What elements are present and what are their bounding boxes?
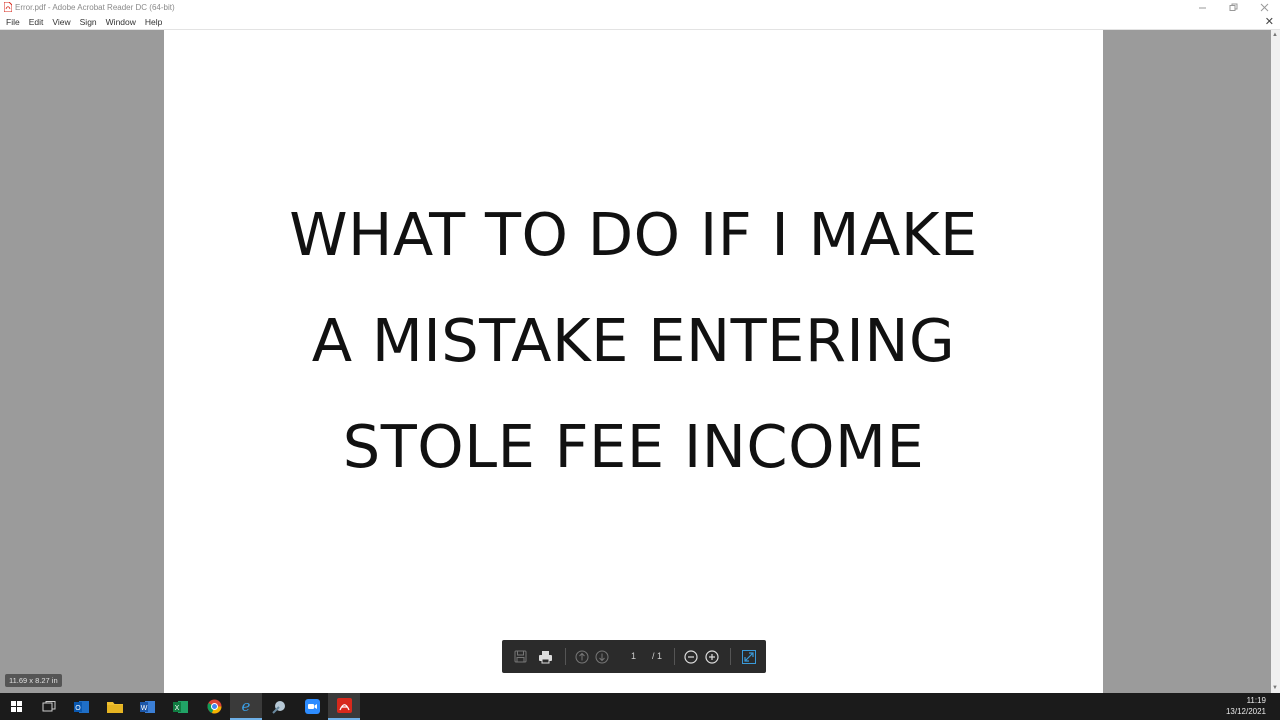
floating-page-toolbar: 1 / 1 bbox=[502, 640, 766, 673]
current-page-input[interactable]: 1 bbox=[631, 651, 636, 661]
zoom-app-icon[interactable] bbox=[296, 693, 328, 720]
total-pages-label: / 1 bbox=[652, 651, 663, 661]
previous-page-icon[interactable] bbox=[574, 648, 590, 665]
svg-text:O: O bbox=[75, 705, 81, 712]
close-document-icon[interactable]: ✕ bbox=[1265, 14, 1274, 29]
page-size-indicator: 11.69 x 8.27 in bbox=[5, 674, 62, 687]
svg-text:W: W bbox=[141, 705, 148, 712]
acrobat-reader-icon[interactable] bbox=[328, 693, 360, 720]
menu-sign[interactable]: Sign bbox=[76, 17, 101, 27]
pdf-page: WHAT TO DO IF I MAKE A MISTAKE ENTERING … bbox=[164, 30, 1103, 693]
heading-line-2: A MISTAKE ENTERING bbox=[311, 306, 956, 375]
word-icon[interactable]: W bbox=[132, 693, 164, 720]
close-window-button[interactable] bbox=[1249, 0, 1280, 14]
fit-to-window-icon[interactable] bbox=[740, 648, 757, 665]
next-page-icon[interactable] bbox=[594, 648, 610, 665]
chrome-icon[interactable] bbox=[198, 693, 230, 720]
clock-date: 13/12/2021 bbox=[1225, 707, 1266, 716]
page-heading: WHAT TO DO IF I MAKE A MISTAKE ENTERING … bbox=[164, 182, 1103, 500]
title-bar: Error.pdf - Adobe Acrobat Reader DC (64-… bbox=[0, 0, 1280, 14]
save-icon[interactable] bbox=[512, 648, 528, 665]
restore-button[interactable] bbox=[1218, 0, 1249, 14]
scroll-down-icon[interactable]: ▼ bbox=[1272, 685, 1278, 691]
windows-start-icon[interactable] bbox=[0, 693, 32, 720]
citrix-receiver-icon[interactable] bbox=[263, 693, 295, 720]
print-icon[interactable] bbox=[537, 648, 553, 665]
heading-line-3: STOLE FEE INCOME bbox=[342, 412, 925, 481]
acrobat-file-icon bbox=[3, 2, 12, 12]
menu-file[interactable]: File bbox=[2, 17, 24, 27]
clock-time: 11:19 bbox=[1246, 696, 1266, 705]
excel-icon[interactable]: X bbox=[165, 693, 197, 720]
menu-bar: File Edit View Sign Window Help ✕ bbox=[0, 14, 1280, 30]
window-title: Error.pdf - Adobe Acrobat Reader DC (64-… bbox=[15, 2, 175, 12]
internet-explorer-icon[interactable]: e bbox=[230, 693, 262, 720]
system-clock[interactable]: 11:19 13/12/2021 bbox=[1226, 695, 1266, 717]
menu-edit[interactable]: Edit bbox=[25, 17, 48, 27]
svg-text:X: X bbox=[175, 705, 180, 712]
zoom-in-icon[interactable] bbox=[704, 648, 720, 665]
scroll-up-icon[interactable]: ▲ bbox=[1272, 32, 1278, 38]
outlook-icon[interactable]: O bbox=[66, 693, 98, 720]
vertical-scrollbar[interactable]: ▲ ▼ bbox=[1271, 30, 1280, 693]
menu-view[interactable]: View bbox=[48, 17, 74, 27]
minimize-button[interactable] bbox=[1187, 0, 1218, 14]
windows-taskbar: O W X e 11:19 13/12/2021 bbox=[0, 693, 1280, 720]
heading-line-1: WHAT TO DO IF I MAKE bbox=[289, 200, 978, 269]
toolbar-separator bbox=[674, 648, 675, 665]
toolbar-separator bbox=[730, 648, 731, 665]
svg-text:e: e bbox=[242, 698, 251, 714]
file-explorer-icon[interactable] bbox=[99, 693, 131, 720]
task-view-icon[interactable] bbox=[33, 693, 65, 720]
menu-window[interactable]: Window bbox=[102, 17, 140, 27]
toolbar-separator bbox=[565, 648, 566, 665]
zoom-out-icon[interactable] bbox=[683, 648, 699, 665]
menu-help[interactable]: Help bbox=[141, 17, 166, 27]
